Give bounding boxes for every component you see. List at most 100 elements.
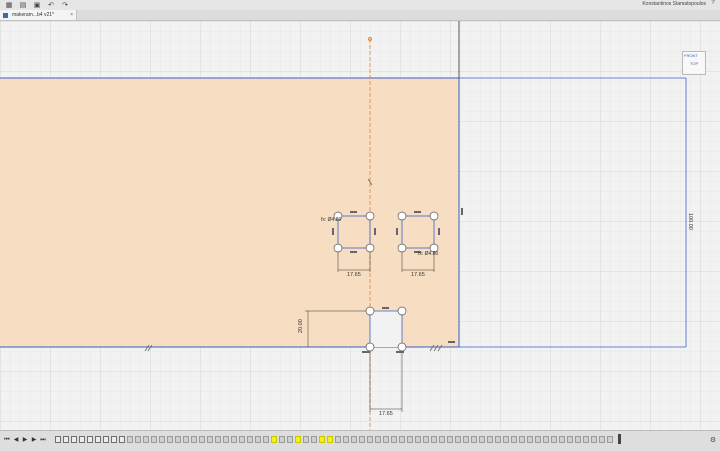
- timeline-feature[interactable]: [431, 436, 437, 443]
- timeline-feature[interactable]: [375, 436, 381, 443]
- timeline-feature[interactable]: [599, 436, 605, 443]
- timeline-feature[interactable]: [271, 436, 277, 443]
- timeline-feature[interactable]: [55, 436, 61, 443]
- dim-dia-right[interactable]: fx: Ø4.80: [418, 251, 439, 257]
- timeline-feature[interactable]: [255, 436, 261, 443]
- timeline-feature[interactable]: [103, 436, 109, 443]
- timeline-feature[interactable]: [79, 436, 85, 443]
- timeline-feature[interactable]: [535, 436, 541, 443]
- timeline-feature[interactable]: [607, 436, 613, 443]
- timeline-feature[interactable]: [591, 436, 597, 443]
- timeline-feature[interactable]: [399, 436, 405, 443]
- tab-document[interactable]: makeram...b4 v21* ×: [0, 10, 77, 20]
- play-icon[interactable]: ▶: [22, 437, 28, 443]
- timeline-feature[interactable]: [199, 436, 205, 443]
- timeline-feature[interactable]: [407, 436, 413, 443]
- timeline-feature[interactable]: [415, 436, 421, 443]
- timeline-feature[interactable]: [447, 436, 453, 443]
- undo-icon[interactable]: ↶: [46, 1, 56, 9]
- timeline-feature[interactable]: [247, 436, 253, 443]
- timeline-feature[interactable]: [423, 436, 429, 443]
- timeline-feature[interactable]: [231, 436, 237, 443]
- dim-height-right[interactable]: 100.00: [687, 213, 693, 230]
- design-canvas[interactable]: 100.00 17.65 17.65 17.65 20.00 fx: Ø4.80…: [0, 21, 720, 430]
- timeline-feature[interactable]: [63, 436, 69, 443]
- timeline-feature[interactable]: [215, 436, 221, 443]
- timeline-feature[interactable]: [95, 436, 101, 443]
- timeline-feature[interactable]: [175, 436, 181, 443]
- timeline-marker[interactable]: [618, 434, 621, 444]
- timeline-feature[interactable]: [151, 436, 157, 443]
- timeline-feature[interactable]: [287, 436, 293, 443]
- timeline-feature[interactable]: [511, 436, 517, 443]
- timeline-feature[interactable]: [439, 436, 445, 443]
- timeline-feature[interactable]: [71, 436, 77, 443]
- dim-bottom-width[interactable]: 17.65: [379, 411, 393, 417]
- timeline-feature[interactable]: [319, 436, 325, 443]
- step-forward-icon[interactable]: ▶: [31, 437, 37, 443]
- timeline-feature[interactable]: [495, 436, 501, 443]
- skip-end-icon[interactable]: ⏭: [40, 437, 46, 443]
- timeline-bar: ⏮ ◀ ▶ ▶ ⏭ ⚙: [0, 430, 720, 451]
- timeline-feature[interactable]: [167, 436, 173, 443]
- timeline-feature[interactable]: [543, 436, 549, 443]
- dim-left-vertical[interactable]: 20.00: [298, 319, 304, 333]
- timeline-feature[interactable]: [327, 436, 333, 443]
- grid-icon[interactable]: ▦: [4, 1, 14, 9]
- timeline-feature[interactable]: [559, 436, 565, 443]
- bottom-notch[interactable]: [369, 310, 403, 347]
- timeline-feature[interactable]: [479, 436, 485, 443]
- timeline-feature[interactable]: [471, 436, 477, 443]
- save-icon[interactable]: ▣: [32, 1, 42, 9]
- skip-start-icon[interactable]: ⏮: [4, 437, 10, 443]
- timeline-feature[interactable]: [487, 436, 493, 443]
- timeline-feature[interactable]: [279, 436, 285, 443]
- timeline-feature[interactable]: [455, 436, 461, 443]
- timeline-feature[interactable]: [575, 436, 581, 443]
- redo-icon[interactable]: ↷: [60, 1, 70, 9]
- timeline-feature[interactable]: [567, 436, 573, 443]
- timeline-feature[interactable]: [335, 436, 341, 443]
- timeline-feature[interactable]: [223, 436, 229, 443]
- timeline-feature[interactable]: [343, 436, 349, 443]
- timeline-feature[interactable]: [207, 436, 213, 443]
- timeline-feature[interactable]: [527, 436, 533, 443]
- gear-icon[interactable]: ⚙: [709, 436, 717, 444]
- step-back-icon[interactable]: ◀: [13, 437, 19, 443]
- timeline-feature[interactable]: [263, 436, 269, 443]
- timeline-feature[interactable]: [135, 436, 141, 443]
- timeline-feature[interactable]: [239, 436, 245, 443]
- timeline-feature[interactable]: [519, 436, 525, 443]
- timeline-feature[interactable]: [87, 436, 93, 443]
- timeline-feature[interactable]: [159, 436, 165, 443]
- timeline-feature[interactable]: [191, 436, 197, 443]
- timeline-track[interactable]: [55, 435, 625, 445]
- timeline-feature[interactable]: [311, 436, 317, 443]
- sketch-face[interactable]: [0, 78, 459, 347]
- help-icon[interactable]: ?: [709, 0, 717, 8]
- close-icon[interactable]: ×: [70, 12, 73, 18]
- timeline-feature[interactable]: [359, 436, 365, 443]
- timeline-feature[interactable]: [367, 436, 373, 443]
- timeline-feature[interactable]: [503, 436, 509, 443]
- timeline-feature[interactable]: [351, 436, 357, 443]
- dim-dia-left[interactable]: fx: Ø4.80: [321, 217, 342, 223]
- timeline-feature[interactable]: [391, 436, 397, 443]
- timeline-feature[interactable]: [111, 436, 117, 443]
- timeline-feature[interactable]: [303, 436, 309, 443]
- dim-left-square-width[interactable]: 17.65: [347, 272, 361, 278]
- file-icon[interactable]: ▤: [18, 1, 28, 9]
- timeline-feature[interactable]: [143, 436, 149, 443]
- timeline-feature[interactable]: [127, 436, 133, 443]
- dim-right-square-width[interactable]: 17.65: [411, 272, 425, 278]
- timeline-feature[interactable]: [551, 436, 557, 443]
- timeline-feature[interactable]: [119, 436, 125, 443]
- timeline-feature[interactable]: [295, 436, 301, 443]
- user-name[interactable]: Konstantinos Stamatopoulos: [642, 1, 706, 7]
- timeline-feature[interactable]: [183, 436, 189, 443]
- timeline-feature[interactable]: [583, 436, 589, 443]
- timeline-feature[interactable]: [463, 436, 469, 443]
- view-cube-label: FRONT: [684, 53, 698, 58]
- view-cube[interactable]: FRONT TOP: [682, 51, 706, 75]
- timeline-feature[interactable]: [383, 436, 389, 443]
